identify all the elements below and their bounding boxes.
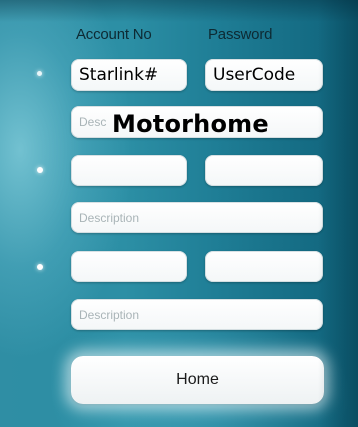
password-field-1[interactable]: UserCode [205,59,323,91]
row-3-bullet [37,264,43,270]
account-no-field-2[interactable] [71,155,187,186]
home-button[interactable]: Home [71,356,324,404]
description-placeholder-3: Description [79,307,140,322]
password-value-1: UserCode [213,65,296,85]
description-value-1: Motorhome [112,110,269,138]
account-panel: Account No Password Starlink# UserCode D… [0,0,358,427]
account-no-value-1: Starlink# [79,65,159,85]
password-field-2[interactable] [205,155,323,186]
account-no-field-1[interactable]: Starlink# [71,59,187,91]
home-button-label: Home [176,371,219,388]
row-1-bullet [37,71,42,76]
row-2-bullet [37,167,43,173]
account-no-header: Account No [76,26,152,43]
account-no-field-3[interactable] [71,251,187,282]
description-placeholder-2: Description [79,210,140,225]
description-field-2[interactable]: Description [71,202,323,233]
password-header: Password [208,26,273,43]
description-placeholder-1: Desc [79,115,107,129]
password-field-3[interactable] [205,251,323,282]
description-field-3[interactable]: Description [71,299,323,330]
